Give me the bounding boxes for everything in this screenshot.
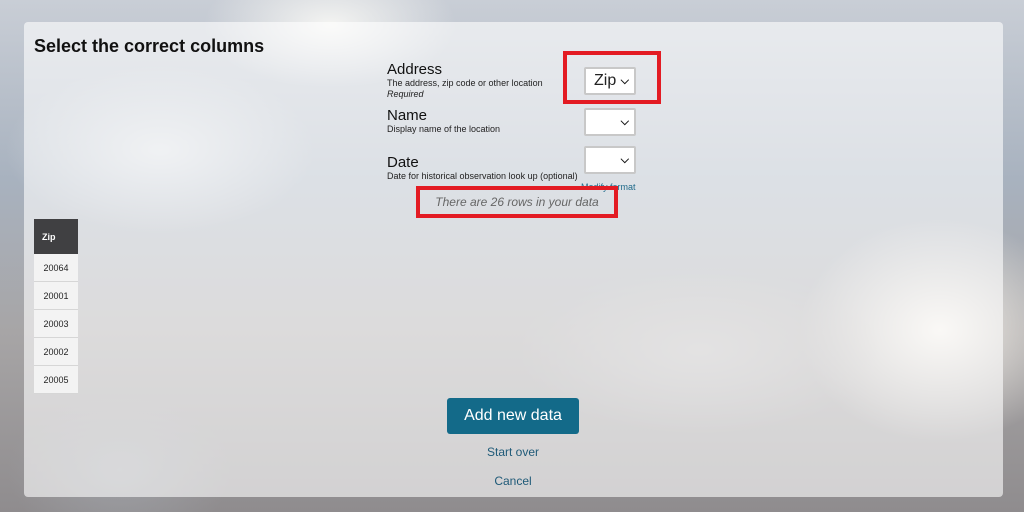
chevron-down-icon: ⌵	[620, 115, 629, 128]
table-row: 20005	[34, 365, 78, 394]
table-cell: 20003	[34, 309, 78, 338]
date-label: Date	[387, 154, 419, 171]
chevron-down-icon: ⌵	[620, 153, 629, 166]
name-label: Name	[387, 107, 428, 124]
address-label: Address	[387, 61, 443, 78]
column-mapping-panel: Select the correct columns Address The a…	[24, 22, 1003, 497]
address-select-highlight	[563, 51, 661, 104]
data-preview-table: Zip 20064 20001 20003 20002 20005	[34, 219, 78, 394]
cancel-link[interactable]: Cancel	[413, 474, 613, 488]
table-cell: 20005	[34, 365, 78, 394]
page-title: Select the correct columns	[34, 36, 265, 56]
date-column-label: Date Date for historical observation loo…	[387, 155, 578, 182]
date-description: Date for historical observation look up …	[387, 171, 578, 181]
name-description: Display name of the location	[387, 124, 501, 134]
table-row: 20003	[34, 309, 78, 338]
table-row: 20001	[34, 281, 78, 310]
name-column-label: Name Display name of the location	[387, 108, 500, 135]
start-over-link[interactable]: Start over	[413, 445, 613, 459]
date-column-select[interactable]: ⌵	[584, 146, 636, 174]
add-new-data-button[interactable]: Add new data	[447, 398, 579, 434]
name-column-select[interactable]: ⌵	[584, 108, 636, 136]
address-description: The address, zip code or other location	[387, 78, 543, 88]
address-required-note: Required	[387, 89, 424, 99]
table-cell: 20064	[34, 254, 78, 282]
row-count-highlight	[416, 186, 618, 218]
table-header-zip: Zip	[34, 219, 78, 254]
table-cell: 20001	[34, 281, 78, 310]
table-cell: 20002	[34, 337, 78, 366]
table-row: 20002	[34, 337, 78, 366]
table-row: 20064	[34, 254, 78, 282]
address-column-label: Address The address, zip code or other l…	[387, 61, 543, 100]
